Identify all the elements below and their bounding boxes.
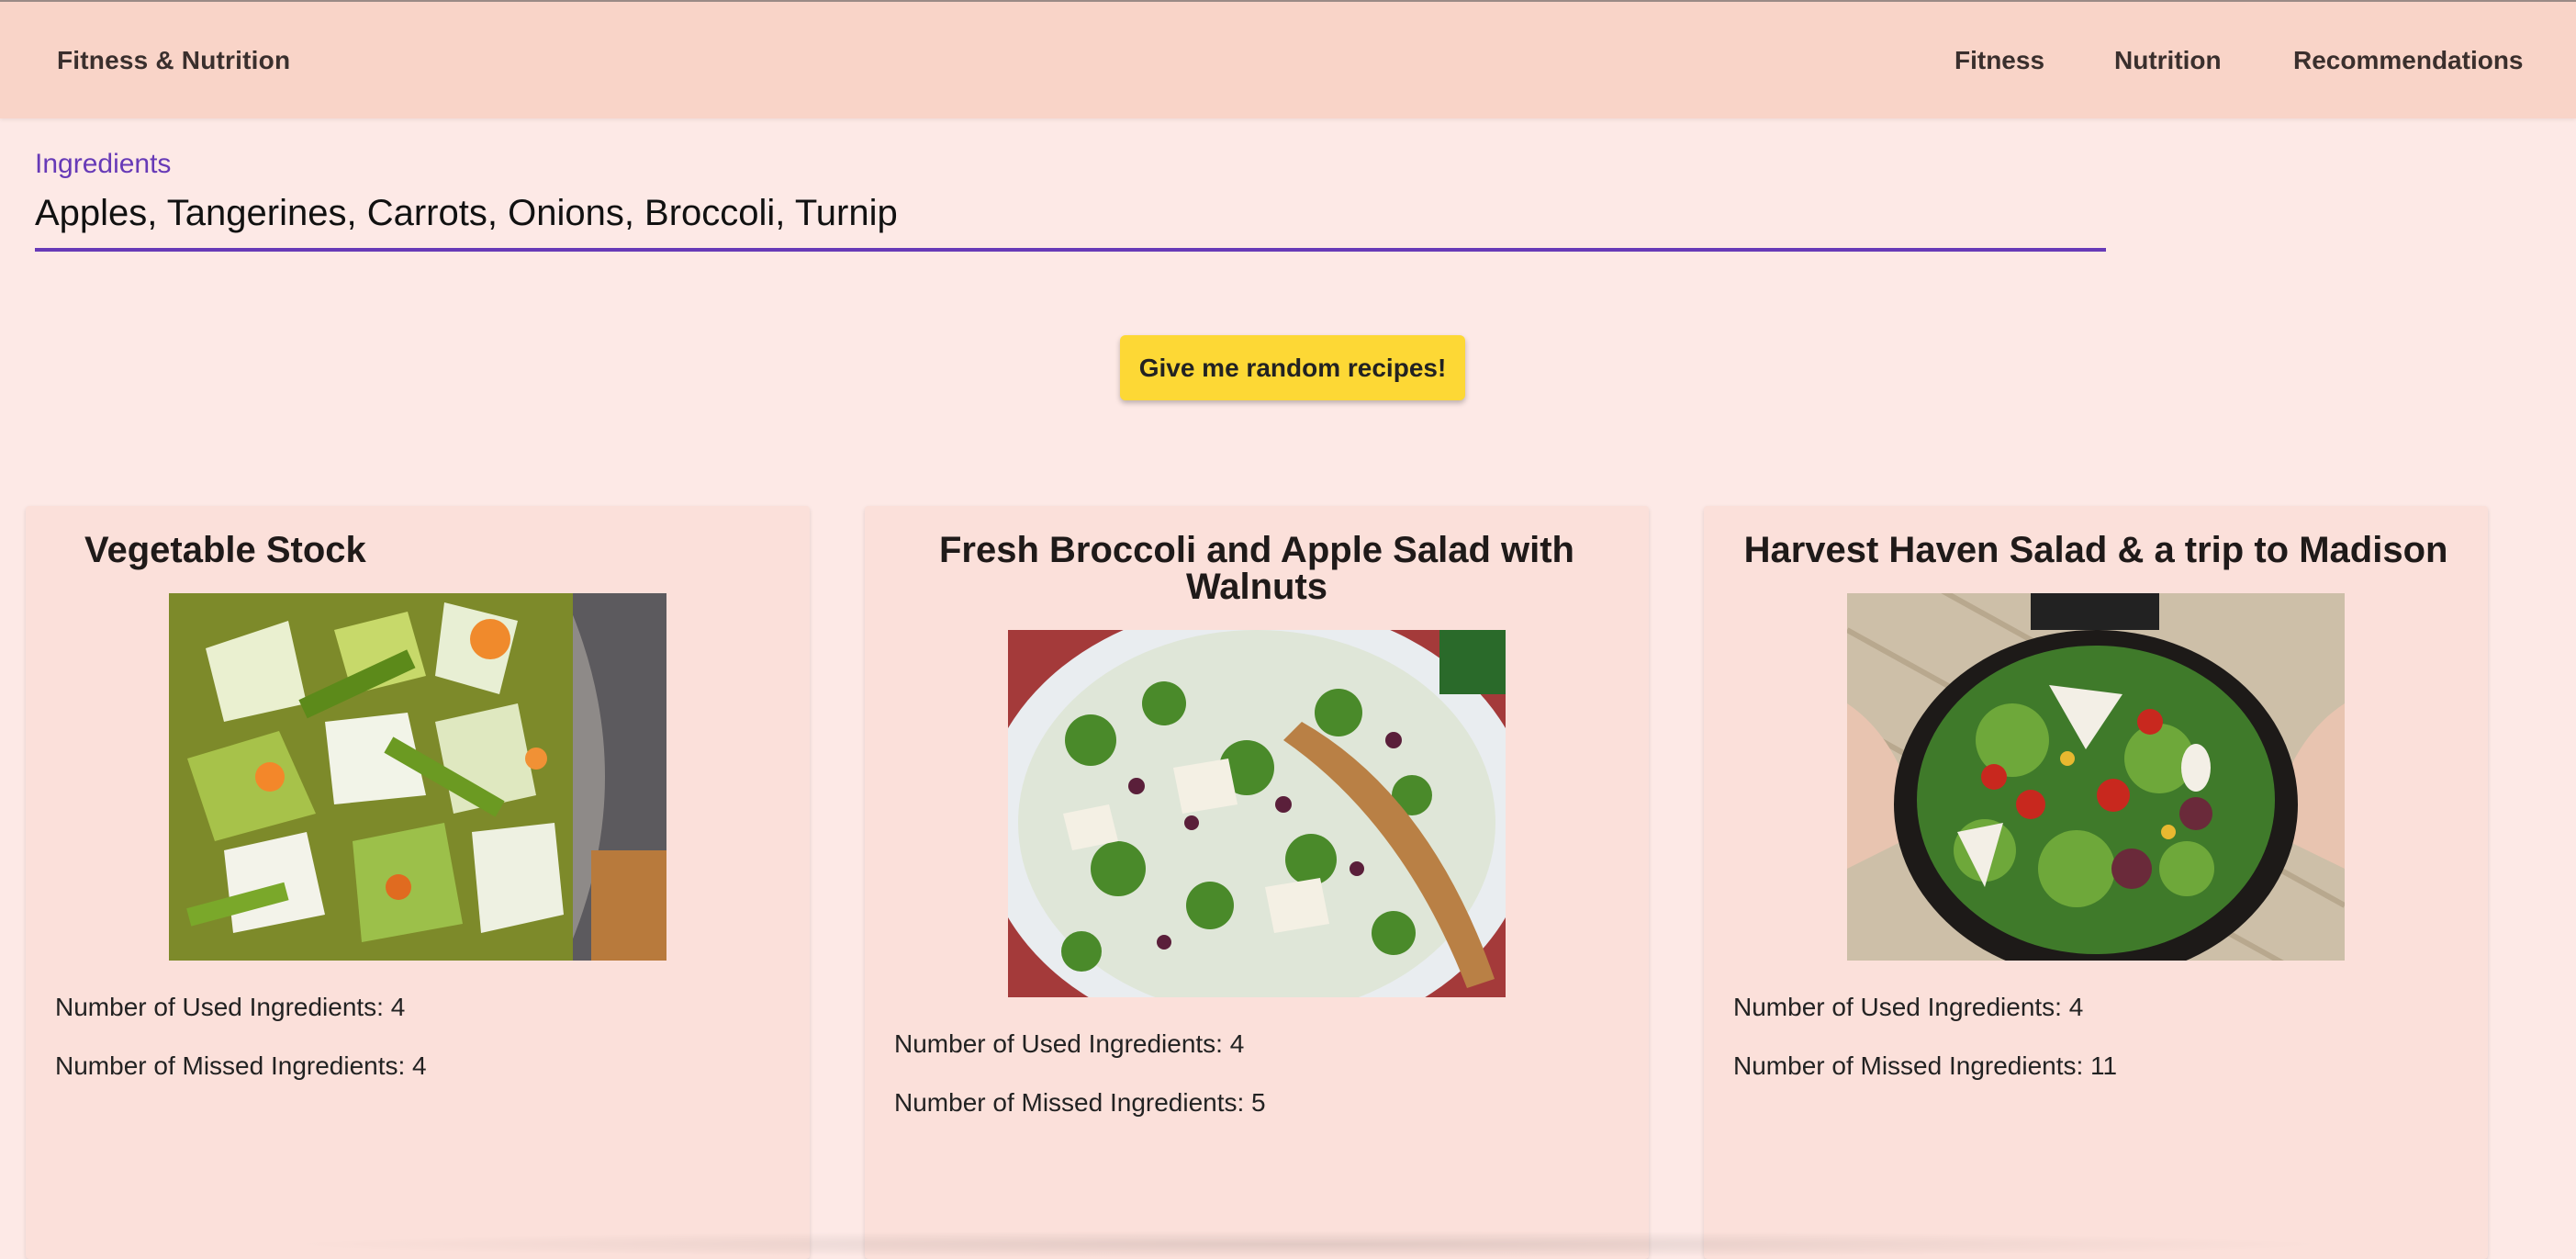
recipe-title: Harvest Haven Salad & a trip to Madison [1743, 530, 2448, 570]
recipe-image-vegetable-stock [169, 593, 666, 961]
recipe-card[interactable]: Harvest Haven Salad & a trip to Madison [1704, 506, 2488, 1259]
recipe-card[interactable]: Fresh Broccoli and Apple Salad with Waln… [865, 506, 1649, 1259]
recipe-title: Vegetable Stock [84, 530, 366, 570]
nav-nutrition[interactable]: Nutrition [2114, 46, 2222, 75]
app-bar: Fitness & Nutrition Fitness Nutrition Re… [0, 0, 2576, 118]
recipe-image-broccoli-apple-salad [1008, 630, 1506, 997]
missed-ingredients: Number of Missed Ingredients: 11 [1733, 1051, 2118, 1080]
scroll-shadow [275, 1231, 2341, 1258]
missed-ingredients: Number of Missed Ingredients: 5 [894, 1088, 1266, 1117]
recipe-image-harvest-haven-salad [1847, 593, 2345, 961]
random-recipes-button[interactable]: Give me random recipes! [1120, 335, 1465, 400]
nav-recommendations[interactable]: Recommendations [2293, 46, 2524, 75]
ingredients-label: Ingredients [35, 149, 172, 179]
used-ingredients: Number of Used Ingredients: 4 [55, 993, 406, 1021]
recipe-title: Fresh Broccoli and Apple Salad with Waln… [939, 530, 1574, 607]
used-ingredients: Number of Used Ingredients: 4 [894, 1029, 1245, 1058]
ingredients-input[interactable] [35, 187, 2106, 252]
app-title[interactable]: Fitness & Nutrition [57, 46, 290, 75]
recipe-card[interactable]: Vegetable Stock Number of Used Ingredien… [26, 506, 810, 1259]
nav-fitness[interactable]: Fitness [1954, 46, 2044, 75]
missed-ingredients: Number of Missed Ingredients: 4 [55, 1051, 427, 1080]
used-ingredients: Number of Used Ingredients: 4 [1733, 993, 2084, 1021]
